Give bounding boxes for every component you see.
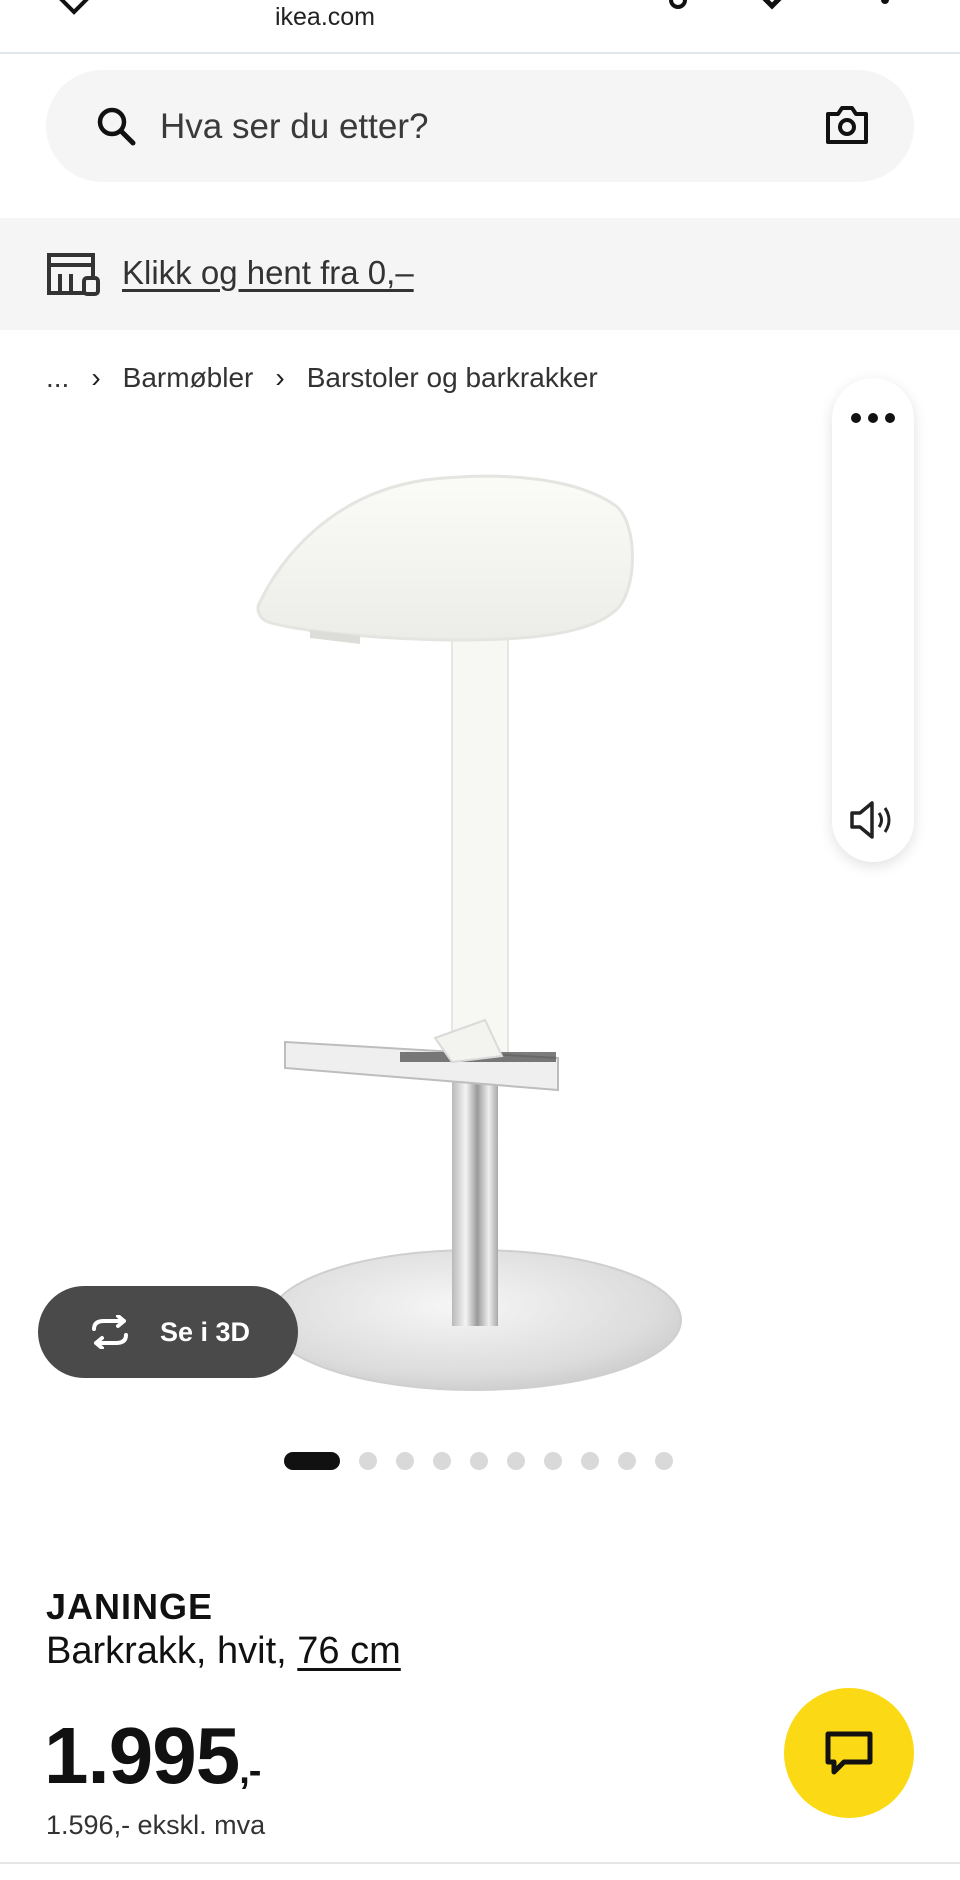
carousel-dot[interactable] <box>433 1452 451 1470</box>
carousel-dot[interactable] <box>655 1452 673 1470</box>
carousel-dot[interactable] <box>581 1452 599 1470</box>
chevron-right-icon: › <box>91 362 101 393</box>
chevron-right-icon: › <box>275 362 285 393</box>
product-type-text: Barkrakk, hvit, <box>46 1630 298 1672</box>
product-image[interactable] <box>240 440 710 1420</box>
camera-search-icon[interactable] <box>824 104 870 151</box>
speaker-icon[interactable] <box>848 798 898 847</box>
click-collect-link[interactable]: Klikk og hent fra 0,– <box>122 254 414 292</box>
carousel-dot[interactable] <box>396 1452 414 1470</box>
store-icon <box>46 252 102 301</box>
price-suffix: ,- <box>239 1750 261 1792</box>
carousel-dot[interactable] <box>544 1452 562 1470</box>
rotate-3d-icon <box>91 1315 128 1349</box>
cart-icon[interactable] <box>870 0 900 15</box>
search-bar[interactable] <box>46 70 914 182</box>
search-input[interactable] <box>158 96 762 158</box>
product-description: Barkrakk, hvit, 76 cm <box>46 1630 401 1673</box>
carousel-dot[interactable] <box>507 1452 525 1470</box>
click-collect-banner: Klikk og hent fra 0,– <box>0 218 960 330</box>
view-in-3d-label: Se i 3D <box>159 1316 251 1347</box>
divider <box>0 1862 960 1864</box>
view-in-3d-button[interactable]: Se i 3D <box>38 1286 298 1378</box>
product-actions-pill <box>832 378 914 862</box>
carousel-dot[interactable] <box>284 1452 340 1470</box>
more-options-icon[interactable] <box>850 408 896 433</box>
wishlist-icon[interactable] <box>752 0 792 15</box>
chat-icon <box>825 1731 873 1775</box>
breadcrumb-bar-stools[interactable]: Barstoler og barkrakker <box>307 362 598 394</box>
breadcrumb-ellipsis[interactable]: ... <box>46 362 69 394</box>
carousel-dot[interactable] <box>470 1452 488 1470</box>
breadcrumb: ... › Barmøbler › Barstoler og barkrakke… <box>46 362 598 394</box>
user-icon[interactable] <box>660 0 696 15</box>
product-price: 1.995,- <box>44 1710 261 1802</box>
size-link[interactable]: 76 cm <box>297 1630 400 1672</box>
carousel-dot[interactable] <box>359 1452 377 1470</box>
image-carousel-indicator <box>284 1452 692 1470</box>
price-value: 1.995 <box>44 1711 240 1800</box>
url-label[interactable]: ikea.com <box>0 0 650 34</box>
chat-button[interactable] <box>784 1688 914 1818</box>
price-excl-vat: 1.596,- ekskl. mva <box>46 1810 266 1840</box>
browser-top-bar: ikea.com <box>0 0 960 54</box>
carousel-dot[interactable] <box>618 1452 636 1470</box>
search-icon[interactable] <box>94 104 138 153</box>
breadcrumb-bar-furniture[interactable]: Barmøbler <box>123 362 254 394</box>
product-name: JANINGE <box>46 1586 214 1627</box>
